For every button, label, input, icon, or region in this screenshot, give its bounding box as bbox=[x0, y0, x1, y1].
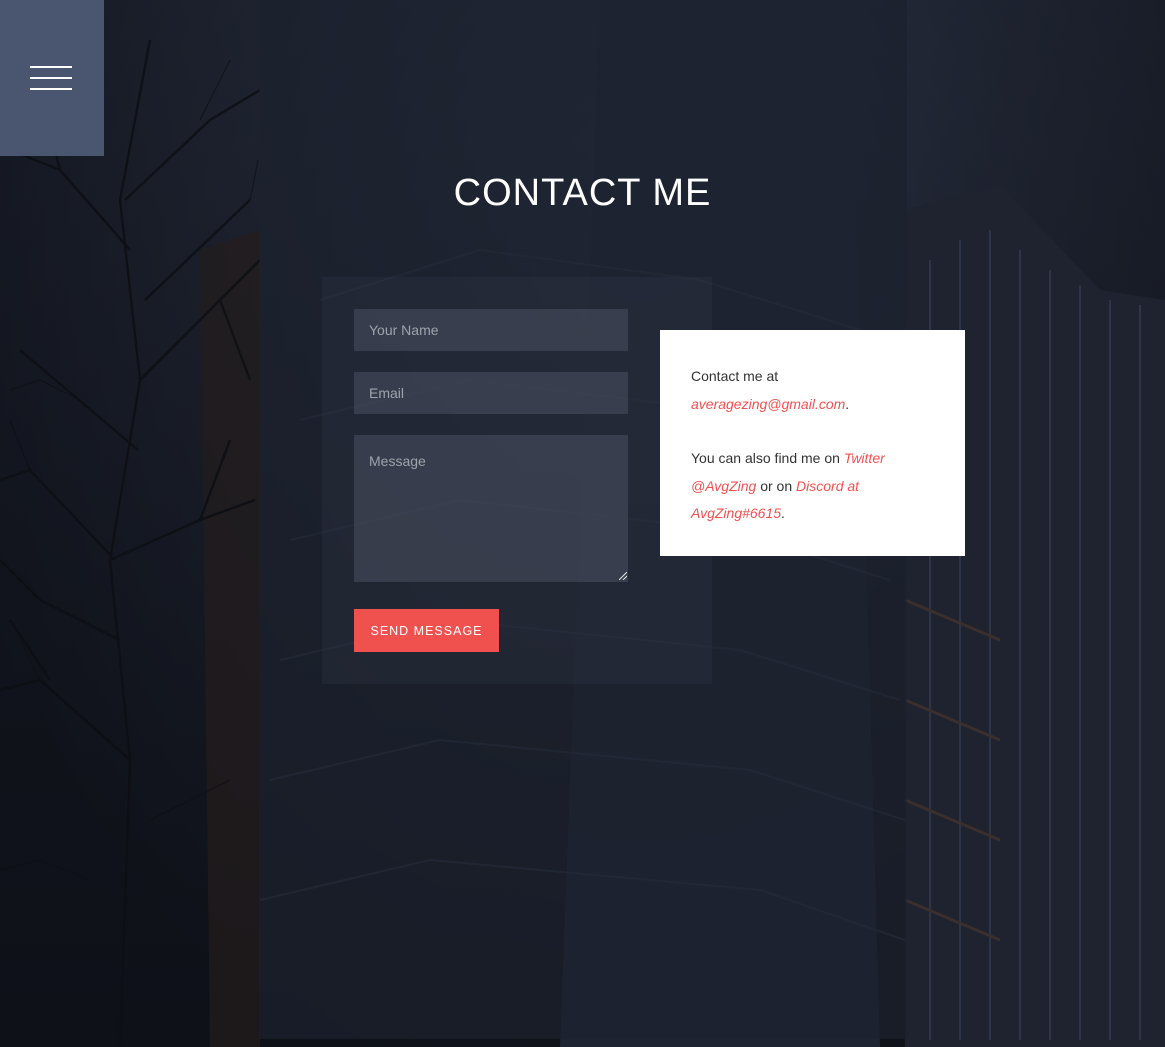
contact-email-paragraph: Contact me at averagezing@gmail.com. bbox=[691, 363, 934, 418]
social-mid: or on bbox=[760, 477, 793, 494]
contact-email-prefix: Contact me at bbox=[691, 368, 779, 384]
contact-email-suffix: . bbox=[845, 395, 850, 412]
contact-info-card: Contact me at averagezing@gmail.com. You … bbox=[660, 330, 965, 556]
social-prefix: You can also find me on bbox=[691, 450, 840, 466]
menu-toggle-button[interactable] bbox=[0, 0, 104, 156]
email-link[interactable]: averagezing@gmail.com bbox=[691, 396, 845, 412]
message-textarea[interactable] bbox=[354, 435, 628, 582]
email-input[interactable] bbox=[354, 372, 628, 414]
resize-handle-icon[interactable] bbox=[619, 572, 627, 580]
hamburger-bar-bottom bbox=[30, 88, 72, 90]
hamburger-bar-middle bbox=[30, 77, 72, 79]
hamburger-bar-top bbox=[30, 66, 72, 68]
send-message-button[interactable]: SEND MESSAGE bbox=[354, 609, 499, 652]
hamburger-menu-icon bbox=[30, 66, 72, 90]
name-input[interactable] bbox=[354, 309, 628, 351]
social-suffix: . bbox=[781, 505, 785, 521]
social-paragraph: You can also find me on Twitter @AvgZing… bbox=[691, 445, 934, 528]
page-title: CONTACT ME bbox=[453, 172, 712, 214]
